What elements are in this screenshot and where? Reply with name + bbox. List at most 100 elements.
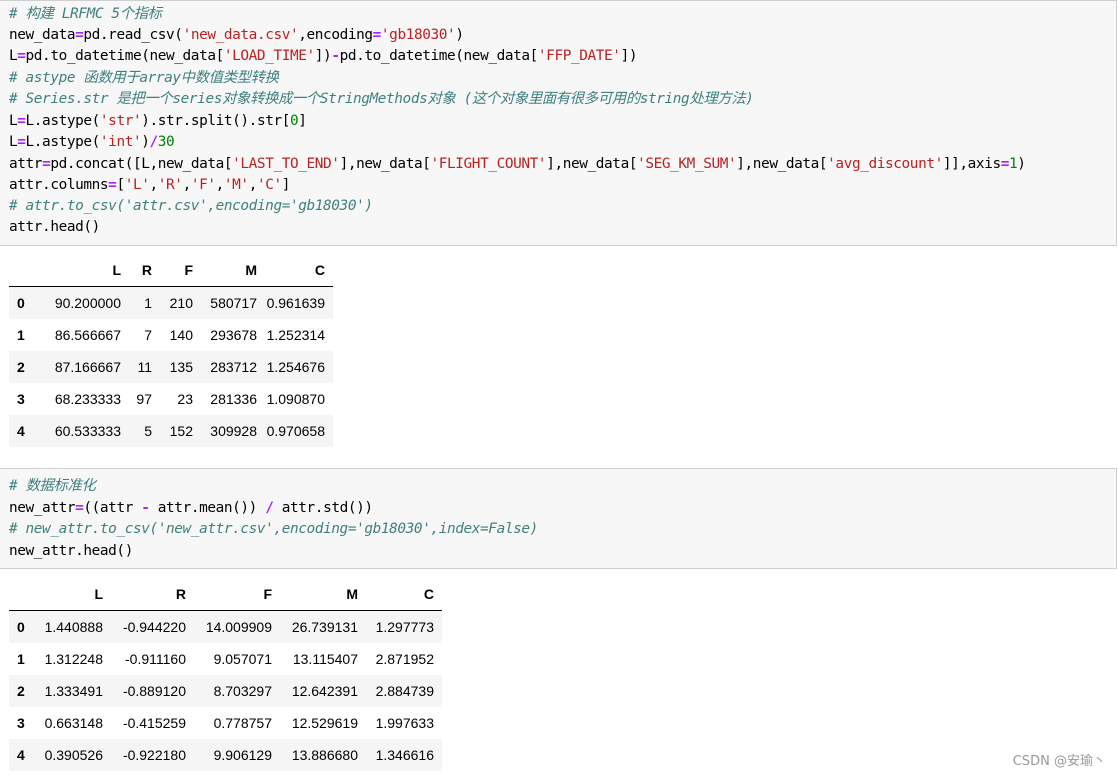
code-line: new_attr=((attr - attr.mean()) / attr.st… (9, 500, 373, 516)
table-row: 0 1.440888 -0.944220 14.009909 26.739131… (9, 610, 442, 643)
table-cell: 23 (177, 391, 193, 407)
table-header-row: L R F M C (9, 578, 442, 611)
table-cell: 152 (169, 423, 193, 439)
table-cell: 8.703297 (213, 683, 272, 699)
table-cell: 1.440888 (44, 619, 103, 635)
table-cell: 2.871952 (375, 651, 434, 667)
table-cell: 9.906129 (213, 747, 272, 763)
code-line: # 构建 LRFMC 5个指标 (9, 6, 162, 22)
table-cell: 140 (169, 327, 193, 343)
table-cell: 12.529619 (291, 715, 358, 731)
column-header: R (121, 254, 152, 287)
code-line: # Series.str 是把一个series对象转换成一个StringMeth… (9, 91, 754, 107)
table-cell: 1.254676 (266, 359, 325, 375)
code-line: L=L.astype('int')/30 (9, 134, 175, 150)
table-cell: 2.884739 (375, 683, 434, 699)
code-cell-1[interactable]: # 构建 LRFMC 5个指标 new_data=pd.read_csv('ne… (0, 0, 1117, 246)
row-index: 2 (17, 359, 25, 375)
table-cell: 12.642391 (291, 683, 358, 699)
table-cell: -0.889120 (122, 683, 186, 699)
row-index: 2 (17, 683, 25, 699)
column-header: L (39, 254, 121, 287)
table-cell: 0.778757 (213, 715, 272, 731)
row-index: 3 (17, 391, 25, 407)
code-line: new_data=pd.read_csv('new_data.csv',enco… (9, 27, 464, 43)
table-cell: 0.390526 (44, 747, 103, 763)
column-header: M (272, 578, 358, 611)
table-cell: 11 (137, 359, 152, 375)
table-cell: 87.166667 (54, 359, 121, 375)
table-cell: 1.333491 (44, 683, 103, 699)
watermark: CSDN @安瑜丶 (1012, 754, 1106, 769)
column-header: F (152, 254, 193, 287)
table-cell: -0.922180 (122, 747, 186, 763)
table-cell: 14.009909 (205, 619, 272, 635)
dataframe-output-2: L R F M C 0 1.440888 -0.944220 14.009909… (9, 578, 442, 771)
column-header: M (193, 254, 257, 287)
table-cell: 60.533333 (54, 423, 121, 439)
table-cell: 68.233333 (54, 391, 121, 407)
table-row: 4 60.533333 5 152 309928 0.970658 (9, 415, 333, 447)
code-line: attr.columns=['L','R','F','M','C'] (9, 177, 291, 193)
row-index: 4 (17, 423, 25, 439)
table-row: 4 0.390526 -0.922180 9.906129 13.886680 … (9, 739, 442, 771)
table-cell: 13.115407 (292, 651, 358, 667)
row-index: 3 (17, 715, 25, 731)
table-row: 3 0.663148 -0.415259 0.778757 12.529619 … (9, 707, 442, 739)
column-header: L (39, 578, 103, 611)
code-cell-2[interactable]: # 数据标准化 new_attr=((attr - attr.mean()) /… (0, 468, 1117, 569)
code-line: L=pd.to_datetime(new_data['LOAD_TIME'])-… (9, 48, 638, 64)
table-cell: -0.415259 (122, 715, 186, 731)
table-cell: 1.312248 (44, 651, 103, 667)
table-cell: 1.297773 (375, 619, 434, 635)
table-cell: 90.200000 (54, 295, 121, 311)
column-header (9, 254, 39, 287)
table-cell: -0.944220 (122, 619, 186, 635)
table-cell: 281336 (210, 391, 257, 407)
code-line: # astype 函数用于array中数值类型转换 (9, 70, 279, 86)
table-cell: 283712 (210, 359, 257, 375)
column-header: C (257, 254, 333, 287)
table-cell: 13.886680 (291, 747, 358, 763)
table-cell: 1.346616 (375, 747, 434, 763)
table-cell: 97 (136, 391, 152, 407)
table-cell: 1 (144, 295, 152, 311)
table-cell: 86.566667 (54, 327, 121, 343)
table-cell: 7 (144, 327, 152, 343)
code-line: # attr.to_csv('attr.csv',encoding='gb180… (9, 198, 373, 214)
row-index: 1 (17, 327, 25, 343)
code-line: attr.head() (9, 219, 100, 235)
table-cell: 309928 (210, 423, 257, 439)
table-cell: 1.090870 (266, 391, 325, 407)
code-line: # new_attr.to_csv('new_attr.csv',encodin… (9, 521, 538, 537)
table-cell: -0.911160 (125, 651, 186, 667)
table-cell: 9.057071 (213, 651, 272, 667)
row-index: 0 (17, 619, 25, 635)
table-cell: 135 (169, 359, 193, 375)
row-index: 4 (17, 747, 25, 763)
table-cell: 0.961639 (266, 295, 325, 311)
table-cell: 0.663148 (44, 715, 103, 731)
row-index: 0 (17, 295, 25, 311)
code-line: new_attr.head() (9, 543, 133, 559)
table-cell: 210 (169, 295, 193, 311)
table-row: 0 90.200000 1 210 580717 0.961639 (9, 286, 333, 319)
table-row: 2 87.166667 11 135 283712 1.254676 (9, 351, 333, 383)
code-line: attr=pd.concat([L,new_data['LAST_TO_END'… (9, 156, 1026, 172)
column-header: F (186, 578, 272, 611)
table-cell: 26.739131 (291, 619, 358, 635)
table-cell: 293678 (210, 327, 257, 343)
row-index: 1 (17, 651, 25, 667)
code-line: # 数据标准化 (9, 478, 96, 494)
table-cell: 580717 (210, 295, 257, 311)
table-row: 3 68.233333 97 23 281336 1.090870 (9, 383, 333, 415)
code-line: L=L.astype('str').str.split().str[0] (9, 113, 307, 129)
column-header (9, 578, 39, 611)
column-header: R (103, 578, 186, 611)
column-header: C (358, 578, 442, 611)
table-header-row: L R F M C (9, 254, 333, 287)
table-row: 2 1.333491 -0.889120 8.703297 12.642391 … (9, 675, 442, 707)
table-cell: 1.252314 (266, 327, 325, 343)
table-cell: 1.997633 (375, 715, 434, 731)
table-cell: 0.970658 (266, 423, 325, 439)
